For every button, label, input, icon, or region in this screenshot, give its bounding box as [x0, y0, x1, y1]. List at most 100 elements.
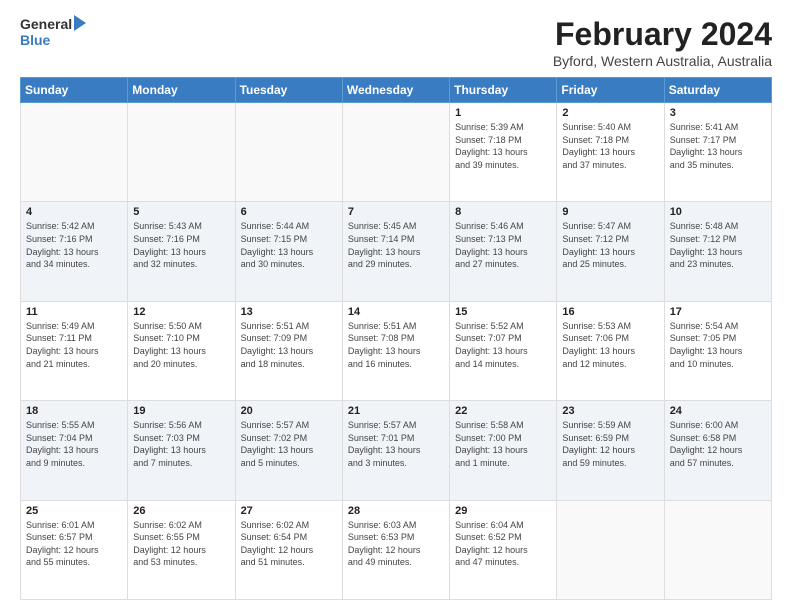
day-info: Sunrise: 5:50 AM Sunset: 7:10 PM Dayligh…	[133, 320, 229, 370]
day-info: Sunrise: 5:45 AM Sunset: 7:14 PM Dayligh…	[348, 220, 444, 270]
calendar-week-4: 18 Sunrise: 5:55 AM Sunset: 7:04 PM Dayli…	[21, 401, 772, 500]
day-number: 14	[348, 306, 444, 318]
calendar-cell: 10Sunrise: 5:48 AM Sunset: 7:12 PM Dayli…	[664, 202, 771, 301]
calendar-cell: 27Sunrise: 6:02 AM Sunset: 6:54 PM Dayli…	[235, 500, 342, 599]
col-thursday: Thursday	[450, 78, 557, 103]
day-number: 15	[455, 306, 551, 318]
col-monday: Monday	[128, 78, 235, 103]
calendar-cell: 4 Sunrise: 5:42 AM Sunset: 7:16 PM Daylig…	[21, 202, 128, 301]
header: General Blue February 2024 Byford, Weste…	[20, 16, 772, 69]
calendar-cell: 16 Sunrise: 5:53 AM Sunset: 7:06 PM Dayli…	[557, 301, 664, 400]
calendar-cell: 22 Sunrise: 5:58 AM Sunset: 7:00 PM Dayli…	[450, 401, 557, 500]
day-number: 23	[562, 405, 658, 417]
day-number: 16	[562, 306, 658, 318]
day-number: 28	[348, 505, 444, 517]
calendar-cell: 5 Sunrise: 5:43 AM Sunset: 7:16 PM Daylig…	[128, 202, 235, 301]
day-number: 29	[455, 505, 551, 517]
calendar-week-1: 1 Sunrise: 5:39 AM Sunset: 7:18 PM Daylig…	[21, 103, 772, 202]
day-info: Sunrise: 5:40 AM Sunset: 7:18 PM Dayligh…	[562, 121, 658, 171]
day-number: 24	[670, 405, 766, 417]
day-info: Sunrise: 5:39 AM Sunset: 7:18 PM Dayligh…	[455, 121, 551, 171]
calendar-cell: 17 Sunrise: 5:54 AM Sunset: 7:05 PM Dayli…	[664, 301, 771, 400]
logo-general: General	[20, 16, 72, 32]
calendar-cell: 18 Sunrise: 5:55 AM Sunset: 7:04 PM Dayli…	[21, 401, 128, 500]
day-info: Sunrise: 5:54 AM Sunset: 7:05 PM Dayligh…	[670, 320, 766, 370]
day-info: Sunrise: 5:52 AM Sunset: 7:07 PM Dayligh…	[455, 320, 551, 370]
calendar-week-3: 11 Sunrise: 5:49 AM Sunset: 7:11 PM Dayli…	[21, 301, 772, 400]
calendar-cell: 15 Sunrise: 5:52 AM Sunset: 7:07 PM Dayli…	[450, 301, 557, 400]
calendar-week-2: 4 Sunrise: 5:42 AM Sunset: 7:16 PM Daylig…	[21, 202, 772, 301]
day-info: Sunrise: 6:04 AM Sunset: 6:52 PM Dayligh…	[455, 519, 551, 569]
calendar-week-5: 25Sunrise: 6:01 AM Sunset: 6:57 PM Dayli…	[21, 500, 772, 599]
calendar-cell: 28 Sunrise: 6:03 AM Sunset: 6:53 PM Dayli…	[342, 500, 449, 599]
calendar-cell: 12 Sunrise: 5:50 AM Sunset: 7:10 PM Dayli…	[128, 301, 235, 400]
calendar-cell	[235, 103, 342, 202]
day-number: 17	[670, 306, 766, 318]
day-info: Sunrise: 5:59 AM Sunset: 6:59 PM Dayligh…	[562, 419, 658, 469]
day-info: Sunrise: 6:02 AM Sunset: 6:55 PM Dayligh…	[133, 519, 229, 569]
day-info: Sunrise: 5:57 AM Sunset: 7:02 PM Dayligh…	[241, 419, 337, 469]
day-info: Sunrise: 5:46 AM Sunset: 7:13 PM Dayligh…	[455, 220, 551, 270]
day-info: Sunrise: 5:55 AM Sunset: 7:04 PM Dayligh…	[26, 419, 122, 469]
day-info: Sunrise: 6:02 AM Sunset: 6:54 PM Dayligh…	[241, 519, 337, 569]
col-tuesday: Tuesday	[235, 78, 342, 103]
calendar-cell	[664, 500, 771, 599]
calendar-cell: 13 Sunrise: 5:51 AM Sunset: 7:09 PM Dayli…	[235, 301, 342, 400]
col-wednesday: Wednesday	[342, 78, 449, 103]
day-info: Sunrise: 5:44 AM Sunset: 7:15 PM Dayligh…	[241, 220, 337, 270]
day-info: Sunrise: 5:47 AM Sunset: 7:12 PM Dayligh…	[562, 220, 658, 270]
calendar-cell: 7 Sunrise: 5:45 AM Sunset: 7:14 PM Daylig…	[342, 202, 449, 301]
title-block: February 2024 Byford, Western Australia,…	[553, 16, 772, 69]
day-number: 8	[455, 206, 551, 218]
day-info: Sunrise: 6:03 AM Sunset: 6:53 PM Dayligh…	[348, 519, 444, 569]
day-number: 26	[133, 505, 229, 517]
calendar-cell: 3Sunrise: 5:41 AM Sunset: 7:17 PM Daylig…	[664, 103, 771, 202]
calendar-header-row: Sunday Monday Tuesday Wednesday Thursday…	[21, 78, 772, 103]
day-number: 25	[26, 505, 122, 517]
calendar-cell: 24Sunrise: 6:00 AM Sunset: 6:58 PM Dayli…	[664, 401, 771, 500]
calendar-cell: 9 Sunrise: 5:47 AM Sunset: 7:12 PM Daylig…	[557, 202, 664, 301]
calendar-cell: 29 Sunrise: 6:04 AM Sunset: 6:52 PM Dayli…	[450, 500, 557, 599]
calendar-table: Sunday Monday Tuesday Wednesday Thursday…	[20, 77, 772, 600]
day-info: Sunrise: 5:43 AM Sunset: 7:16 PM Dayligh…	[133, 220, 229, 270]
day-number: 11	[26, 306, 122, 318]
calendar-cell: 25Sunrise: 6:01 AM Sunset: 6:57 PM Dayli…	[21, 500, 128, 599]
calendar-cell	[21, 103, 128, 202]
day-number: 2	[562, 107, 658, 119]
day-number: 7	[348, 206, 444, 218]
calendar-cell: 19Sunrise: 5:56 AM Sunset: 7:03 PM Dayli…	[128, 401, 235, 500]
day-info: Sunrise: 5:58 AM Sunset: 7:00 PM Dayligh…	[455, 419, 551, 469]
day-info: Sunrise: 5:53 AM Sunset: 7:06 PM Dayligh…	[562, 320, 658, 370]
calendar-cell	[128, 103, 235, 202]
logo-arrow-icon	[74, 15, 86, 31]
col-friday: Friday	[557, 78, 664, 103]
calendar-cell: 6 Sunrise: 5:44 AM Sunset: 7:15 PM Daylig…	[235, 202, 342, 301]
calendar-cell: 1 Sunrise: 5:39 AM Sunset: 7:18 PM Daylig…	[450, 103, 557, 202]
day-number: 20	[241, 405, 337, 417]
calendar-cell: 2 Sunrise: 5:40 AM Sunset: 7:18 PM Daylig…	[557, 103, 664, 202]
day-number: 9	[562, 206, 658, 218]
calendar-cell: 8 Sunrise: 5:46 AM Sunset: 7:13 PM Daylig…	[450, 202, 557, 301]
day-number: 13	[241, 306, 337, 318]
day-number: 6	[241, 206, 337, 218]
day-info: Sunrise: 5:51 AM Sunset: 7:09 PM Dayligh…	[241, 320, 337, 370]
calendar-cell	[342, 103, 449, 202]
day-number: 3	[670, 107, 766, 119]
day-number: 12	[133, 306, 229, 318]
day-number: 1	[455, 107, 551, 119]
day-number: 19	[133, 405, 229, 417]
day-number: 4	[26, 206, 122, 218]
day-number: 18	[26, 405, 122, 417]
calendar-cell: 14Sunrise: 5:51 AM Sunset: 7:08 PM Dayli…	[342, 301, 449, 400]
day-info: Sunrise: 5:42 AM Sunset: 7:16 PM Dayligh…	[26, 220, 122, 270]
day-info: Sunrise: 5:49 AM Sunset: 7:11 PM Dayligh…	[26, 320, 122, 370]
day-info: Sunrise: 5:57 AM Sunset: 7:01 PM Dayligh…	[348, 419, 444, 469]
day-number: 5	[133, 206, 229, 218]
day-number: 21	[348, 405, 444, 417]
subtitle: Byford, Western Australia, Australia	[553, 53, 772, 69]
logo: General Blue	[20, 16, 86, 48]
calendar-cell: 21 Sunrise: 5:57 AM Sunset: 7:01 PM Dayli…	[342, 401, 449, 500]
day-info: Sunrise: 5:48 AM Sunset: 7:12 PM Dayligh…	[670, 220, 766, 270]
day-number: 22	[455, 405, 551, 417]
logo-blue: Blue	[20, 32, 86, 48]
